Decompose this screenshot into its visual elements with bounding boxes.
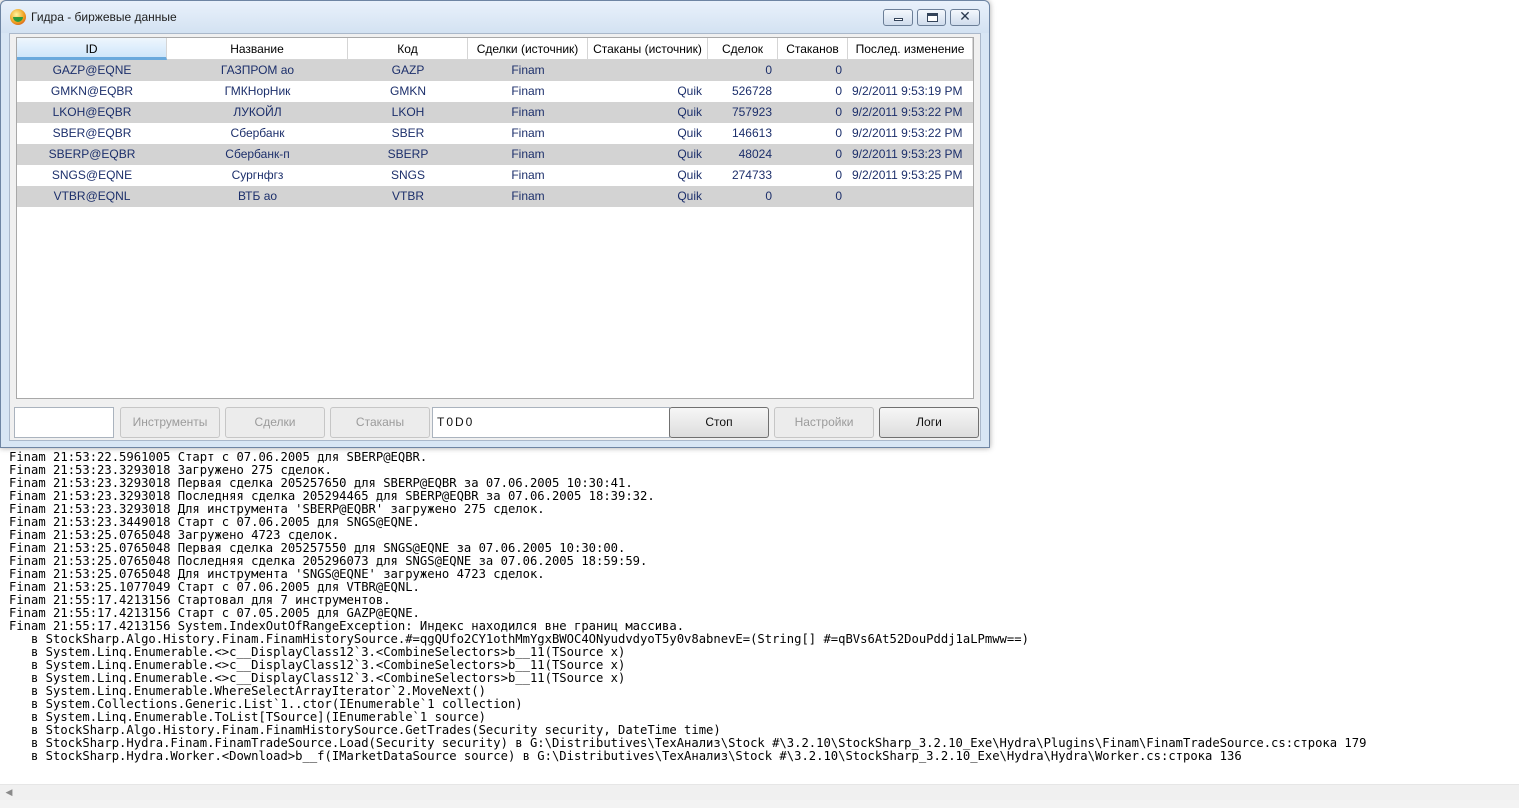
log-lines: Finam 21:53:22.5961005 Старт с 07.06.200…: [9, 451, 1366, 763]
cell-depths-count: 0: [835, 126, 842, 140]
cell-id: SBERP@EQBR: [48, 147, 136, 161]
cell-name: ВТБ ао: [237, 189, 278, 203]
cell-id: VTBR@EQNL: [53, 189, 131, 203]
header-col-trades-count[interactable]: Сделок: [708, 38, 778, 60]
log-console[interactable]: Finam 21:53:22.5961005 Старт с 07.06.200…: [0, 448, 1519, 784]
cell-code: VTBR: [391, 189, 424, 203]
grid-header: ID Название Код Сделки (источник) Стаканы (и…: [17, 38, 973, 60]
cell-depths-source: Quik: [677, 168, 702, 182]
cell-trades-source: Finam: [511, 84, 545, 98]
title-bar[interactable]: Гидра - биржевые данные ✕: [1, 1, 989, 33]
cell-trades-count: 274733: [731, 168, 772, 182]
securities-grid[interactable]: ID Название Код Сделки (источник) Стаканы (и…: [16, 37, 974, 399]
maximize-icon: [927, 13, 938, 22]
cell-name: Сбербанк-п: [225, 147, 290, 161]
table-row[interactable]: SNGS@EQNE Сургнфгз SNGS Finam Quik 274733 0 9/2…: [17, 165, 973, 186]
cell-trades-count: 146613: [731, 126, 772, 140]
cell-depths-count: 0: [835, 168, 842, 182]
cell-id: SBER@EQBR: [52, 126, 132, 140]
cell-trades-source: Finam: [511, 147, 545, 161]
cell-name: Сургнфгз: [231, 168, 284, 182]
settings-button[interactable]: Настройки: [774, 407, 874, 438]
trades-button[interactable]: Сделки: [225, 407, 325, 438]
cell-depths-source: Quik: [677, 126, 702, 140]
cell-trades-source: Finam: [511, 189, 545, 203]
header-col-code[interactable]: Код: [348, 38, 468, 60]
stop-button[interactable]: Стоп: [669, 407, 769, 438]
window-title: Гидра - биржевые данные: [31, 10, 177, 24]
log-line: в StockSharp.Hydra.Worker.<Download>b__f…: [9, 749, 1242, 763]
table-row[interactable]: GMKN@EQBR ГМКНорНик GMKN Finam Quik 526728 0 9/…: [17, 81, 973, 102]
cell-name: ЛУКОЙЛ: [233, 105, 282, 119]
cell-trades-source: Finam: [511, 168, 545, 182]
cell-depths-source: Quik: [677, 84, 702, 98]
hydra-window: Гидра - биржевые данные ✕ ID Название Код С…: [0, 0, 990, 448]
close-button[interactable]: ✕: [950, 9, 980, 26]
instruments-button[interactable]: Инструменты: [120, 407, 220, 438]
cell-depths-count: 0: [835, 84, 842, 98]
maximize-button[interactable]: [917, 9, 946, 26]
table-row[interactable]: SBER@EQBR Сбербанк SBER Finam Quik 146613 0 9/2…: [17, 123, 973, 144]
depths-button[interactable]: Стаканы: [330, 407, 430, 438]
cell-depths-source: Quik: [677, 189, 702, 203]
cell-last-change: 9/2/2011 9:53:25 PM: [852, 168, 963, 182]
cell-trades-source: Finam: [511, 63, 545, 77]
cell-code: GAZP: [391, 63, 425, 77]
security-filter-input[interactable]: [14, 407, 114, 438]
cell-last-change: [848, 186, 973, 207]
window-client-area: ID Название Код Сделки (источник) Стаканы (и…: [9, 33, 981, 441]
cell-depths-count: 0: [835, 105, 842, 119]
cell-last-change: 9/2/2011 9:53:22 PM: [852, 105, 963, 119]
cell-trades-count: 0: [765, 189, 772, 203]
cell-last-change: 9/2/2011 9:53:23 PM: [852, 147, 963, 161]
cell-id: GMKN@EQBR: [50, 84, 134, 98]
cell-depths-count: 0: [835, 147, 842, 161]
cell-id: LKOH@EQBR: [52, 105, 132, 119]
cell-code: LKOH: [391, 105, 425, 119]
cell-id: SNGS@EQNE: [51, 168, 133, 182]
cell-code: SBERP: [387, 147, 429, 161]
horizontal-scrollbar[interactable]: ◀: [0, 784, 1519, 801]
logs-button[interactable]: Логи: [879, 407, 979, 438]
cell-name: ГМКНорНик: [224, 84, 291, 98]
status-field[interactable]: T0D0: [432, 407, 670, 438]
cell-trades-source: Finam: [511, 105, 545, 119]
close-icon: ✕: [959, 9, 971, 25]
cell-trades-count: 526728: [731, 84, 772, 98]
cell-depths-source: Quik: [677, 105, 702, 119]
cell-trades-source: Finam: [511, 126, 545, 140]
hydra-app-icon: [10, 9, 26, 25]
cell-trades-count: 48024: [738, 147, 772, 161]
cell-code: GMKN: [390, 84, 426, 98]
cell-depths-source: Quik: [677, 147, 702, 161]
cell-trades-count: 757923: [731, 105, 772, 119]
cell-name: Сбербанк: [230, 126, 285, 140]
cell-code: SBER: [391, 126, 425, 140]
cell-name: ГАЗПРОМ ао: [220, 63, 295, 77]
header-col-id[interactable]: ID: [17, 38, 167, 60]
cell-id: GAZP@EQNE: [52, 63, 132, 77]
scroll-left-arrow-icon[interactable]: ◀: [3, 787, 15, 799]
header-col-trades-source[interactable]: Сделки (источник): [468, 38, 588, 60]
table-row[interactable]: VTBR@EQNL ВТБ ао VTBR Finam Quik 0 0: [17, 186, 973, 207]
header-col-name[interactable]: Название: [167, 38, 348, 60]
cell-depths-count: 0: [835, 63, 842, 77]
header-col-depths-source[interactable]: Стаканы (источник): [588, 38, 708, 60]
minimize-button[interactable]: [883, 9, 913, 26]
cell-last-change: 9/2/2011 9:53:22 PM: [852, 126, 963, 140]
status-strip: [0, 800, 1519, 808]
cell-last-change: [848, 60, 973, 81]
header-col-depths-count[interactable]: Стаканов: [778, 38, 848, 60]
cell-code: SNGS: [390, 168, 425, 182]
table-row[interactable]: GAZP@EQNE ГАЗПРОМ ао GAZP Finam 0 0: [17, 60, 973, 81]
cell-depths-source: [588, 60, 708, 81]
header-col-last-change[interactable]: Послед. изменение: [848, 38, 973, 60]
cell-trades-count: 0: [765, 63, 772, 77]
minimize-icon: [894, 18, 903, 21]
table-row[interactable]: SBERP@EQBR Сбербанк-п SBERP Finam Quik 48024 0…: [17, 144, 973, 165]
table-row[interactable]: LKOH@EQBR ЛУКОЙЛ LKOH Finam Quik 757923 0 9/2/2…: [17, 102, 973, 123]
cell-last-change: 9/2/2011 9:53:19 PM: [852, 84, 963, 98]
cell-depths-count: 0: [835, 189, 842, 203]
